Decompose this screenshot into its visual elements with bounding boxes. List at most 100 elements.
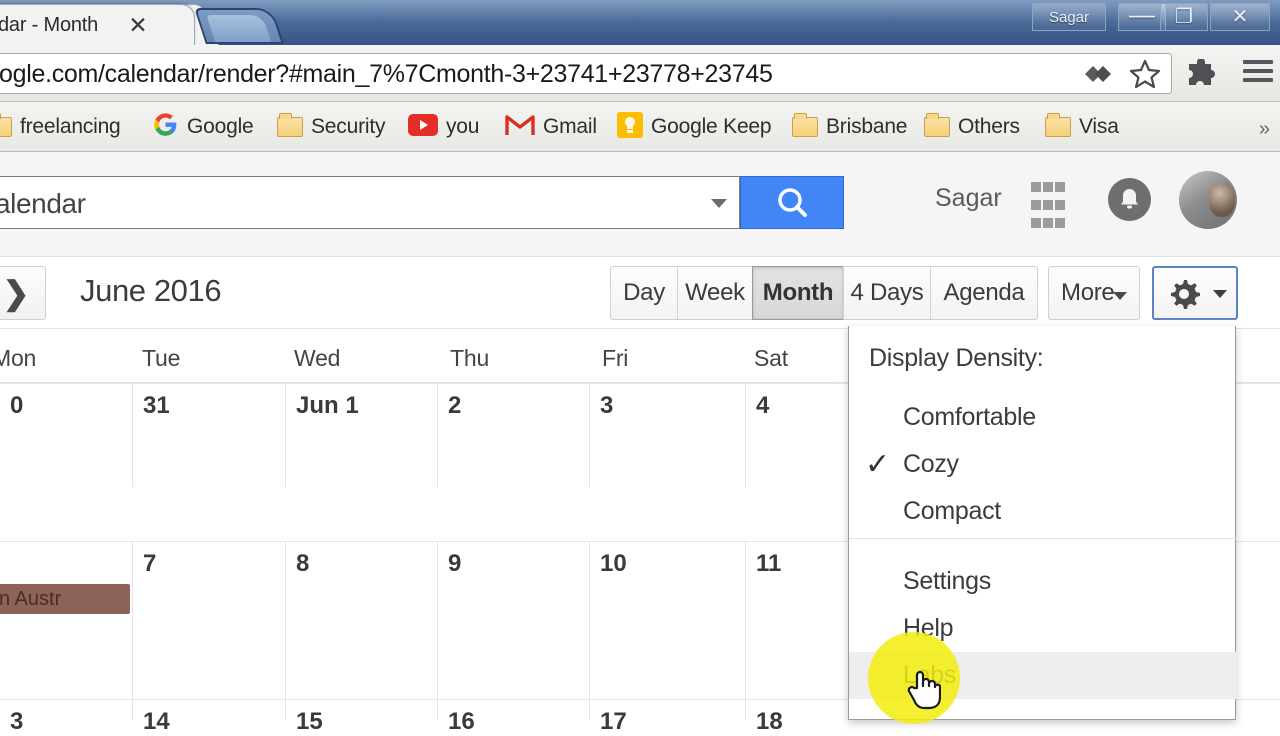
display-density-label: Display Density:: [869, 344, 1044, 372]
window-maximize-button[interactable]: ❐: [1160, 3, 1208, 31]
day-cell[interactable]: 14: [132, 700, 285, 735]
day-number: 11: [756, 550, 782, 577]
gmail-icon: [505, 113, 535, 142]
menu-item-labs[interactable]: Labs: [849, 652, 1237, 699]
day-cell[interactable]: 3: [589, 384, 745, 487]
bookmark-label: Google Keep: [651, 115, 772, 138]
new-tab-inner: [206, 15, 272, 42]
bookmark-label: Others: [958, 115, 1020, 138]
hamburger-line: [1243, 60, 1273, 64]
bookmarks-overflow-icon[interactable]: »: [1259, 118, 1270, 141]
next-period-button[interactable]: ❯: [0, 266, 46, 320]
folder-icon: [1045, 113, 1071, 137]
bookmark-google[interactable]: Google: [152, 111, 254, 143]
new-tab-button[interactable]: [194, 8, 284, 44]
day-number: 10: [600, 550, 627, 577]
browser-menu-icon[interactable]: [1243, 60, 1273, 87]
day-number: Jun 1: [296, 392, 359, 419]
menu-item-help[interactable]: Help: [849, 605, 1237, 652]
bookmark-others[interactable]: Others: [924, 111, 1020, 143]
menu-item-comfortable[interactable]: Comfortable: [849, 394, 1237, 441]
close-icon: ✕: [1231, 6, 1249, 28]
menu-item-compact[interactable]: Compact: [849, 488, 1237, 535]
day-header-tue: Tue: [142, 345, 181, 371]
folder-icon: [277, 113, 303, 137]
day-cell[interactable]: 2: [437, 384, 589, 487]
window-minimize-button[interactable]: —: [1118, 1, 1166, 31]
keep-bulb-icon: [617, 111, 643, 143]
day-number: 8: [296, 550, 310, 577]
cast-icon[interactable]: [1082, 59, 1116, 94]
apps-grid-icon[interactable]: [1031, 182, 1071, 236]
search-input[interactable]: alendar: [0, 176, 740, 229]
menu-item-cozy[interactable]: ✓ Cozy: [849, 441, 1237, 488]
window-close-button[interactable]: ✕: [1210, 3, 1270, 31]
calendar-event[interactable]: Western Austr: [0, 584, 130, 614]
menu-item-settings[interactable]: Settings: [849, 558, 1237, 605]
tab-close-icon[interactable]: ✕: [125, 13, 151, 39]
search-options-chevron-down-icon[interactable]: [711, 199, 727, 208]
menu-item-label: Labs: [903, 661, 957, 689]
page-title: June 2016: [80, 273, 222, 308]
day-cell[interactable]: Jun 1: [285, 384, 437, 487]
bookmark-google-keep[interactable]: Google Keep: [617, 111, 772, 143]
day-cell[interactable]: 3: [0, 700, 132, 735]
bookmark-star-icon[interactable]: [1129, 59, 1161, 94]
chevron-down-icon: [1213, 290, 1227, 298]
day-cell[interactable]: 9: [437, 542, 589, 699]
browser-tab-active[interactable]: alendar - Month ✕: [0, 4, 195, 45]
bell-icon[interactable]: [1108, 178, 1151, 221]
menu-item-label: Comfortable: [903, 403, 1036, 431]
check-icon: ✓: [865, 448, 890, 481]
more-button[interactable]: More: [1048, 266, 1140, 320]
day-number: 4: [756, 392, 770, 419]
avatar[interactable]: [1179, 171, 1237, 229]
menu-divider: [849, 538, 1237, 539]
day-cell[interactable]: 17: [589, 700, 745, 735]
google-icon: [152, 111, 179, 143]
bookmark-brisbane[interactable]: Brisbane: [792, 111, 907, 143]
chevron-right-icon: ❯: [2, 275, 30, 311]
bookmark-gmail[interactable]: Gmail: [505, 111, 597, 143]
bookmark-label: Google: [187, 115, 254, 138]
extension-puzzle-icon[interactable]: [1183, 58, 1219, 96]
day-cell[interactable]: 16: [437, 700, 589, 735]
apps-dot: [1031, 182, 1041, 192]
view-button-agenda[interactable]: Agenda: [930, 266, 1038, 320]
day-number: 3: [10, 708, 24, 735]
day-number: 14: [143, 708, 170, 735]
account-name[interactable]: Sagar: [935, 184, 1002, 213]
day-cell[interactable]: Western Austr: [0, 542, 132, 699]
more-label: More: [1061, 279, 1115, 306]
address-bar[interactable]: ogle.com/calendar/render?#main_7%7Cmonth…: [0, 53, 1172, 94]
day-cell[interactable]: 8: [285, 542, 437, 699]
view-button-week[interactable]: Week: [677, 266, 753, 320]
day-cell[interactable]: 15: [285, 700, 437, 735]
day-number: 9: [448, 550, 462, 577]
settings-dropdown-menu: Display Density: Comfortable ✓ Cozy Comp…: [848, 326, 1237, 720]
view-button-4days[interactable]: 4 Days: [843, 266, 931, 320]
day-cell[interactable]: 7: [132, 542, 285, 699]
day-cell[interactable]: 10: [589, 542, 745, 699]
bookmark-label: Security: [311, 115, 386, 138]
day-number: 3: [600, 392, 614, 419]
search-button[interactable]: [740, 176, 844, 229]
calendar-toolbar: ❯ June 2016 Day Week Month 4 Days Agenda…: [0, 257, 1280, 329]
view-button-day[interactable]: Day: [610, 266, 678, 320]
apps-dot: [1055, 218, 1065, 228]
bookmark-youtube[interactable]: you: [408, 111, 479, 143]
day-header-wed: Wed: [294, 345, 341, 371]
bookmark-security[interactable]: Security: [277, 111, 385, 143]
day-number: 7: [143, 550, 157, 577]
bookmark-freelancing[interactable]: freelancing: [0, 111, 121, 143]
profile-name-chip[interactable]: Sagar: [1032, 3, 1106, 31]
bookmark-label: freelancing: [20, 115, 121, 138]
url-text: ogle.com/calendar/render?#main_7%7Cmonth…: [0, 60, 773, 88]
view-button-month[interactable]: Month: [752, 266, 844, 320]
browser-chrome: alendar - Month ✕ Sagar — ❐ ✕ ogle.com/c…: [0, 0, 1280, 152]
gcal-header: alendar: [0, 152, 1280, 257]
settings-gear-button[interactable]: [1152, 266, 1238, 320]
day-cell[interactable]: 0: [0, 384, 132, 487]
day-cell[interactable]: 31: [132, 384, 285, 487]
bookmark-visa[interactable]: Visa: [1045, 111, 1119, 143]
